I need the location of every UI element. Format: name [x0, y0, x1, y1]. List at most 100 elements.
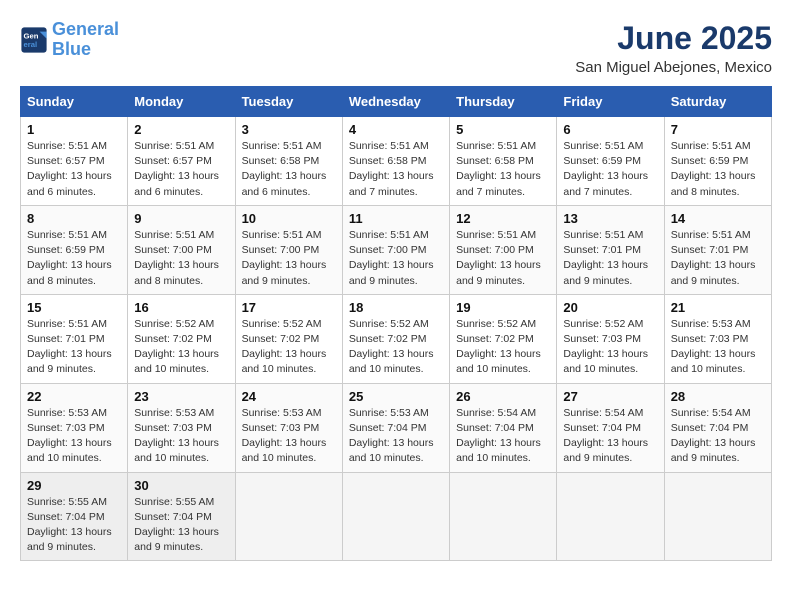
- svg-text:eral: eral: [24, 40, 38, 49]
- calendar-cell-day-29: 29 Sunrise: 5:55 AMSunset: 7:04 PMDayligh…: [21, 472, 128, 561]
- day-number: 27: [563, 389, 657, 404]
- calendar-cell-day-25: 25 Sunrise: 5:53 AMSunset: 7:04 PMDayligh…: [342, 383, 449, 472]
- day-info: Sunrise: 5:52 AMSunset: 7:02 PMDaylight:…: [134, 317, 228, 378]
- day-number: 1: [27, 122, 121, 137]
- day-number: 6: [563, 122, 657, 137]
- calendar-cell-day-26: 26Sunrise: 5:54 AMSunset: 7:04 PMDayligh…: [450, 383, 557, 472]
- calendar-cell-day-17: 17Sunrise: 5:52 AMSunset: 7:02 PMDayligh…: [235, 294, 342, 383]
- weekday-header-monday: Monday: [128, 87, 235, 117]
- calendar-cell-day-1: 1 Sunrise: 5:51 AMSunset: 6:57 PMDaylight…: [21, 117, 128, 206]
- day-info: Sunrise: 5:51 AMSunset: 7:01 PMDaylight:…: [27, 317, 121, 378]
- day-number: 18: [349, 300, 443, 315]
- calendar-cell-day-23: 23Sunrise: 5:53 AMSunset: 7:03 PMDayligh…: [128, 383, 235, 472]
- calendar-cell-day-11: 11 Sunrise: 5:51 AMSunset: 7:00 PMDayligh…: [342, 205, 449, 294]
- calendar-cell-day-20: 20 Sunrise: 5:52 AMSunset: 7:03 PMDayligh…: [557, 294, 664, 383]
- day-info: Sunrise: 5:51 AMSunset: 6:59 PMDaylight:…: [563, 139, 657, 200]
- day-number: 11: [349, 211, 443, 226]
- day-info: Sunrise: 5:54 AMSunset: 7:04 PMDaylight:…: [456, 406, 550, 467]
- day-info: Sunrise: 5:52 AMSunset: 7:02 PMDaylight:…: [242, 317, 336, 378]
- calendar-cell-day-13: 13 Sunrise: 5:51 AMSunset: 7:01 PMDayligh…: [557, 205, 664, 294]
- weekday-header-row: SundayMondayTuesdayWednesdayThursdayFrid…: [21, 87, 772, 117]
- calendar-cell-day-6: 6 Sunrise: 5:51 AMSunset: 6:59 PMDaylight…: [557, 117, 664, 206]
- day-info: Sunrise: 5:53 AMSunset: 7:03 PMDaylight:…: [27, 406, 121, 467]
- calendar-week-row: 22Sunrise: 5:53 AMSunset: 7:03 PMDayligh…: [21, 383, 772, 472]
- day-number: 25: [349, 389, 443, 404]
- calendar-week-row: 1 Sunrise: 5:51 AMSunset: 6:57 PMDaylight…: [21, 117, 772, 206]
- calendar-week-row: 29 Sunrise: 5:55 AMSunset: 7:04 PMDayligh…: [21, 472, 772, 561]
- day-info: Sunrise: 5:54 AMSunset: 7:04 PMDaylight:…: [671, 406, 765, 467]
- day-number: 5: [456, 122, 550, 137]
- logo-name: General Blue: [52, 20, 119, 60]
- day-info: Sunrise: 5:53 AMSunset: 7:04 PMDaylight:…: [349, 406, 443, 467]
- weekday-header-friday: Friday: [557, 87, 664, 117]
- day-info: Sunrise: 5:53 AMSunset: 7:03 PMDaylight:…: [671, 317, 765, 378]
- calendar-cell-day-10: 10 Sunrise: 5:51 AMSunset: 7:00 PMDayligh…: [235, 205, 342, 294]
- weekday-header-thursday: Thursday: [450, 87, 557, 117]
- day-info: Sunrise: 5:52 AMSunset: 7:02 PMDaylight:…: [349, 317, 443, 378]
- calendar-cell-day-28: 28 Sunrise: 5:54 AMSunset: 7:04 PMDayligh…: [664, 383, 771, 472]
- title-block: June 2025 San Miguel Abejones, Mexico: [575, 20, 772, 76]
- svg-text:Gen: Gen: [24, 31, 39, 40]
- calendar-cell-day-19: 19 Sunrise: 5:52 AMSunset: 7:02 PMDayligh…: [450, 294, 557, 383]
- day-number: 20: [563, 300, 657, 315]
- day-info: Sunrise: 5:51 AMSunset: 7:00 PMDaylight:…: [134, 228, 228, 289]
- weekday-header-wednesday: Wednesday: [342, 87, 449, 117]
- weekday-header-tuesday: Tuesday: [235, 87, 342, 117]
- calendar-cell-day-24: 24 Sunrise: 5:53 AMSunset: 7:03 PMDayligh…: [235, 383, 342, 472]
- day-info: Sunrise: 5:55 AMSunset: 7:04 PMDaylight:…: [27, 495, 121, 556]
- calendar-table: SundayMondayTuesdayWednesdayThursdayFrid…: [20, 86, 772, 561]
- empty-cell: [235, 472, 342, 561]
- day-number: 14: [671, 211, 765, 226]
- empty-cell: [557, 472, 664, 561]
- calendar-cell-day-22: 22Sunrise: 5:53 AMSunset: 7:03 PMDayligh…: [21, 383, 128, 472]
- day-info: Sunrise: 5:51 AMSunset: 7:00 PMDaylight:…: [242, 228, 336, 289]
- day-info: Sunrise: 5:53 AMSunset: 7:03 PMDaylight:…: [134, 406, 228, 467]
- day-number: 10: [242, 211, 336, 226]
- weekday-header-sunday: Sunday: [21, 87, 128, 117]
- calendar-cell-day-30: 30 Sunrise: 5:55 AMSunset: 7:04 PMDayligh…: [128, 472, 235, 561]
- day-number: 24: [242, 389, 336, 404]
- day-number: 28: [671, 389, 765, 404]
- day-info: Sunrise: 5:51 AMSunset: 6:57 PMDaylight:…: [134, 139, 228, 200]
- day-info: Sunrise: 5:52 AMSunset: 7:03 PMDaylight:…: [563, 317, 657, 378]
- day-number: 12: [456, 211, 550, 226]
- calendar-week-row: 8 Sunrise: 5:51 AMSunset: 6:59 PMDaylight…: [21, 205, 772, 294]
- day-number: 9: [134, 211, 228, 226]
- calendar-cell-day-3: 3Sunrise: 5:51 AMSunset: 6:58 PMDaylight…: [235, 117, 342, 206]
- day-info: Sunrise: 5:51 AMSunset: 6:58 PMDaylight:…: [242, 139, 336, 200]
- day-info: Sunrise: 5:55 AMSunset: 7:04 PMDaylight:…: [134, 495, 228, 556]
- day-info: Sunrise: 5:51 AMSunset: 6:58 PMDaylight:…: [349, 139, 443, 200]
- calendar-cell-day-16: 16Sunrise: 5:52 AMSunset: 7:02 PMDayligh…: [128, 294, 235, 383]
- day-info: Sunrise: 5:51 AMSunset: 6:58 PMDaylight:…: [456, 139, 550, 200]
- weekday-header-saturday: Saturday: [664, 87, 771, 117]
- day-info: Sunrise: 5:51 AMSunset: 7:01 PMDaylight:…: [563, 228, 657, 289]
- calendar-cell-day-14: 14Sunrise: 5:51 AMSunset: 7:01 PMDayligh…: [664, 205, 771, 294]
- day-number: 7: [671, 122, 765, 137]
- empty-cell: [664, 472, 771, 561]
- day-info: Sunrise: 5:52 AMSunset: 7:02 PMDaylight:…: [456, 317, 550, 378]
- day-number: 13: [563, 211, 657, 226]
- calendar-week-row: 15Sunrise: 5:51 AMSunset: 7:01 PMDayligh…: [21, 294, 772, 383]
- logo: Gen eral General Blue: [20, 20, 119, 60]
- calendar-cell-day-7: 7Sunrise: 5:51 AMSunset: 6:59 PMDaylight…: [664, 117, 771, 206]
- empty-cell: [450, 472, 557, 561]
- day-number: 30: [134, 478, 228, 493]
- month-title: June 2025: [575, 20, 772, 57]
- calendar-cell-day-9: 9 Sunrise: 5:51 AMSunset: 7:00 PMDaylight…: [128, 205, 235, 294]
- day-info: Sunrise: 5:54 AMSunset: 7:04 PMDaylight:…: [563, 406, 657, 467]
- day-info: Sunrise: 5:51 AMSunset: 6:59 PMDaylight:…: [27, 228, 121, 289]
- empty-cell: [342, 472, 449, 561]
- day-number: 8: [27, 211, 121, 226]
- calendar-cell-day-12: 12 Sunrise: 5:51 AMSunset: 7:00 PMDayligh…: [450, 205, 557, 294]
- day-info: Sunrise: 5:51 AMSunset: 7:00 PMDaylight:…: [349, 228, 443, 289]
- location-subtitle: San Miguel Abejones, Mexico: [575, 59, 772, 76]
- calendar-cell-day-21: 21 Sunrise: 5:53 AMSunset: 7:03 PMDayligh…: [664, 294, 771, 383]
- day-number: 19: [456, 300, 550, 315]
- day-info: Sunrise: 5:53 AMSunset: 7:03 PMDaylight:…: [242, 406, 336, 467]
- day-number: 29: [27, 478, 121, 493]
- calendar-cell-day-4: 4Sunrise: 5:51 AMSunset: 6:58 PMDaylight…: [342, 117, 449, 206]
- day-number: 21: [671, 300, 765, 315]
- day-info: Sunrise: 5:51 AMSunset: 7:00 PMDaylight:…: [456, 228, 550, 289]
- calendar-cell-day-5: 5 Sunrise: 5:51 AMSunset: 6:58 PMDaylight…: [450, 117, 557, 206]
- day-info: Sunrise: 5:51 AMSunset: 6:57 PMDaylight:…: [27, 139, 121, 200]
